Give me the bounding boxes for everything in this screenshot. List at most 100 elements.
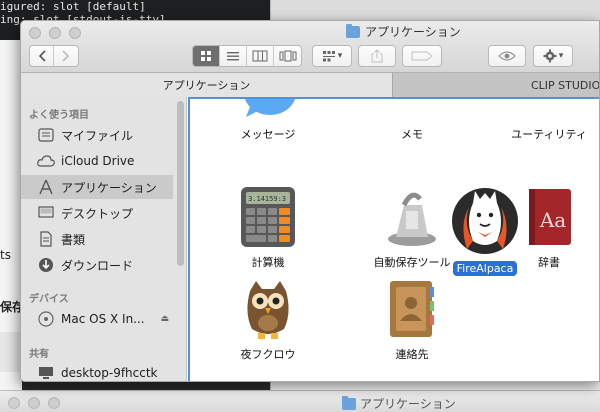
sidebar-item-downloads[interactable]: ダウンロード [21,253,173,277]
sidebar-item-all-files[interactable]: マイファイル [21,123,173,147]
contacts-icon [380,277,444,341]
firealpaca-icon [449,185,521,257]
downloads-icon [37,256,55,274]
sidebar-section-devices: デバイス [29,294,69,305]
sidebar-item-label: マイファイル [61,128,134,143]
dragged-app-label: FireAlpaca [452,261,518,276]
chevron-right-icon [62,50,70,62]
minimize-icon[interactable] [28,397,40,409]
window-title: アプリケーション [346,23,461,40]
arrange-button[interactable]: ▾ [312,45,352,67]
sidebar-item-label: Mac OS X In... [61,312,145,326]
app-label: ユーティリティ [511,128,587,141]
sidebar-section-shared: 共有 [29,349,49,360]
coverflow-icon [279,50,296,62]
navigation-buttons [29,45,79,67]
all-files-icon [37,126,55,144]
list-view-button[interactable] [220,46,247,66]
minimize-icon[interactable] [49,27,61,39]
disk-icon [37,310,55,328]
chevron-left-icon [38,50,46,62]
forward-button[interactable] [54,46,78,66]
bottom-window-title-text: アプリケーション [360,397,456,411]
close-icon[interactable] [29,27,41,39]
column-view-button[interactable] [247,46,274,66]
dragged-app-firealpaca[interactable]: FireAlpaca [430,185,540,276]
sidebar-item-desktop[interactable]: デスクトップ [21,201,173,225]
sidebar-item-label: デスクトップ [61,206,134,221]
app-item-utilities[interactable]: ユーティリティ [494,99,599,143]
background-window-titlebar [271,0,600,22]
back-button[interactable] [30,46,54,66]
icon-view-button[interactable] [193,46,220,66]
messages-icon [236,99,300,121]
app-label: 夜フクロウ [240,348,296,361]
utilities-folder-icon [517,99,581,121]
tag-button[interactable] [402,45,442,67]
app-item-calculator[interactable]: 3.14159:3 計算機 [213,185,323,271]
tab-bar: アプリケーション CLIP STUDIO [21,73,599,97]
tab-applications[interactable]: アプリケーション [21,73,393,97]
calculator-icon: 3.14159:3 [236,185,300,249]
sidebar-item-shared-computer[interactable]: desktop-9fhcctk [21,361,173,381]
sidebar-scrollbar[interactable] [177,101,184,266]
share-icon [371,49,383,63]
sidebar-item-label: アプリケーション [61,180,157,195]
sidebar-item-icloud[interactable]: iCloud Drive [21,149,173,173]
arrange-grid-icon [322,51,335,62]
terminal-line: igured: slot [default] [0,0,146,13]
app-label: メッセージ [240,128,296,141]
icon-grid-icon [201,51,211,61]
app-label: メモ [401,128,423,141]
sidebar-item-applications[interactable]: アプリケーション [21,175,173,199]
zoom-icon[interactable] [69,27,81,39]
share-button[interactable] [358,45,396,67]
sidebar-item-documents[interactable]: 書類 [21,227,173,251]
cloud-icon [37,152,55,170]
chevron-down-icon: ▾ [337,51,343,61]
app-item-night-owl[interactable]: 夜フクロウ [213,277,323,363]
sidebar-item-label: desktop-9fhcctk [61,366,158,380]
view-mode-control [192,45,302,67]
app-label: 計算機 [251,256,285,269]
tab-clip-studio[interactable]: CLIP STUDIO [393,73,599,97]
tag-icon [411,51,433,61]
file-browser-area: メッセージ メモ ユーティリティ 3.14159:3 計算機 自動保存ツール A… [188,97,599,381]
sidebar-item-label: 書類 [61,232,86,247]
bottom-window-title: アプリケーション [342,395,456,412]
background-text: ts [0,248,11,262]
action-button[interactable]: ▾ [533,45,573,67]
zoom-icon[interactable] [48,397,60,409]
dictionary-text: Aa [539,208,566,232]
window-title-text: アプリケーション [365,25,461,39]
quicklook-button[interactable] [488,45,526,67]
gear-icon [543,49,557,63]
columns-icon [252,50,268,62]
applications-icon [37,178,55,196]
calculator-display-text: 3.14159:3 [248,195,286,203]
app-item-messages[interactable]: メッセージ [213,99,323,143]
eject-icon[interactable]: ⏏ [160,314,169,324]
chevron-down-icon: ▾ [558,51,564,61]
sidebar-item-macintosh-disk[interactable]: Mac OS X In... ⏏ [21,307,173,331]
sidebar-item-label: iCloud Drive [61,154,135,168]
finder-window: アプリケーション ▾ ▾ アプリケーション CLIP STUDIO よく使う項目… [20,20,600,382]
app-item-contacts[interactable]: 連絡先 [357,277,467,363]
close-icon[interactable] [8,397,20,409]
computer-icon [37,364,55,381]
titlebar: アプリケーション ▾ ▾ [21,21,599,73]
sidebar-section-favorites: よく使う項目 [29,110,89,121]
documents-icon [37,230,55,248]
list-icon [227,52,239,61]
desktop-icon [37,204,55,222]
app-item-notes[interactable]: メモ [357,99,467,143]
coverflow-view-button[interactable] [274,46,301,66]
bottom-finder-window: アプリケーション [0,390,600,412]
notes-icon [380,99,444,121]
background-window-left: ts 保存 [0,40,24,390]
sidebar-item-label: ダウンロード [61,258,134,273]
folder-icon [346,23,360,38]
background-band [0,332,22,372]
owl-icon [236,277,300,341]
app-label: 連絡先 [395,348,429,361]
